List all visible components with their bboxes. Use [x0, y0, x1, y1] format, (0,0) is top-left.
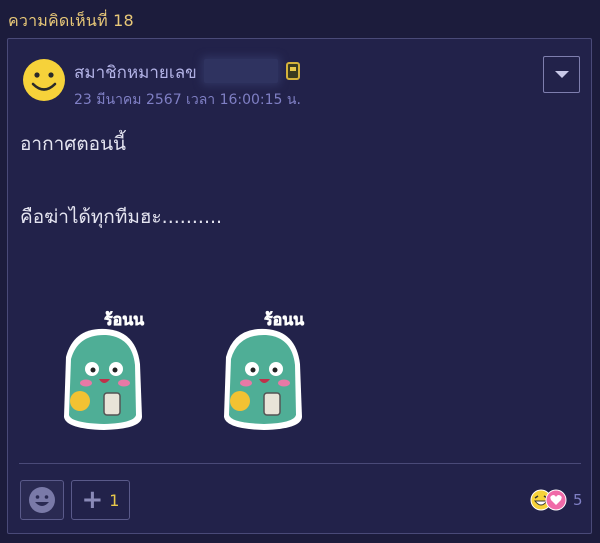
author-name[interactable]: สมาชิกหมายเลข [74, 59, 197, 86]
emoji-face-icon [29, 487, 55, 513]
comment-timestamp: 23 มีนาคม 2567 เวลา 16:00:15 น. [74, 92, 301, 108]
member-badge-icon [286, 62, 300, 80]
comment-body-line-2: คือฆ่าได้ทุกทีมฮะ.......... [20, 206, 223, 228]
sticker-caption: ร้อนน [264, 310, 304, 329]
reaction-count: 5 [573, 491, 583, 509]
footer-divider [19, 463, 581, 464]
plus-icon: + [81, 485, 104, 515]
plus-vote-count: 1 [109, 490, 120, 510]
plus-vote-button[interactable]: + 1 [71, 480, 130, 520]
dropdown-caret-icon [554, 71, 569, 78]
emoji-reaction-button[interactable] [20, 480, 64, 520]
comment-options-button[interactable] [543, 56, 580, 93]
reaction-summary[interactable]: 5 [530, 489, 583, 511]
comment-card: สมาชิกหมายเลข 23 มีนาคม 2567 เวลา 16:00:… [7, 38, 592, 534]
smiley-avatar-icon[interactable] [22, 58, 66, 102]
comment-body-line-1: อากาศตอนนี้ [20, 133, 127, 155]
redacted-member-number [204, 59, 278, 83]
love-reaction-icon [545, 489, 567, 511]
comment-number-label: ความคิดเห็นที่ 18 [8, 11, 134, 30]
cactus-sticker-image: ร้อนน [64, 310, 144, 430]
sticker-caption: ร้อนน [104, 310, 144, 329]
cactus-sticker-image: ร้อนน [224, 310, 304, 430]
